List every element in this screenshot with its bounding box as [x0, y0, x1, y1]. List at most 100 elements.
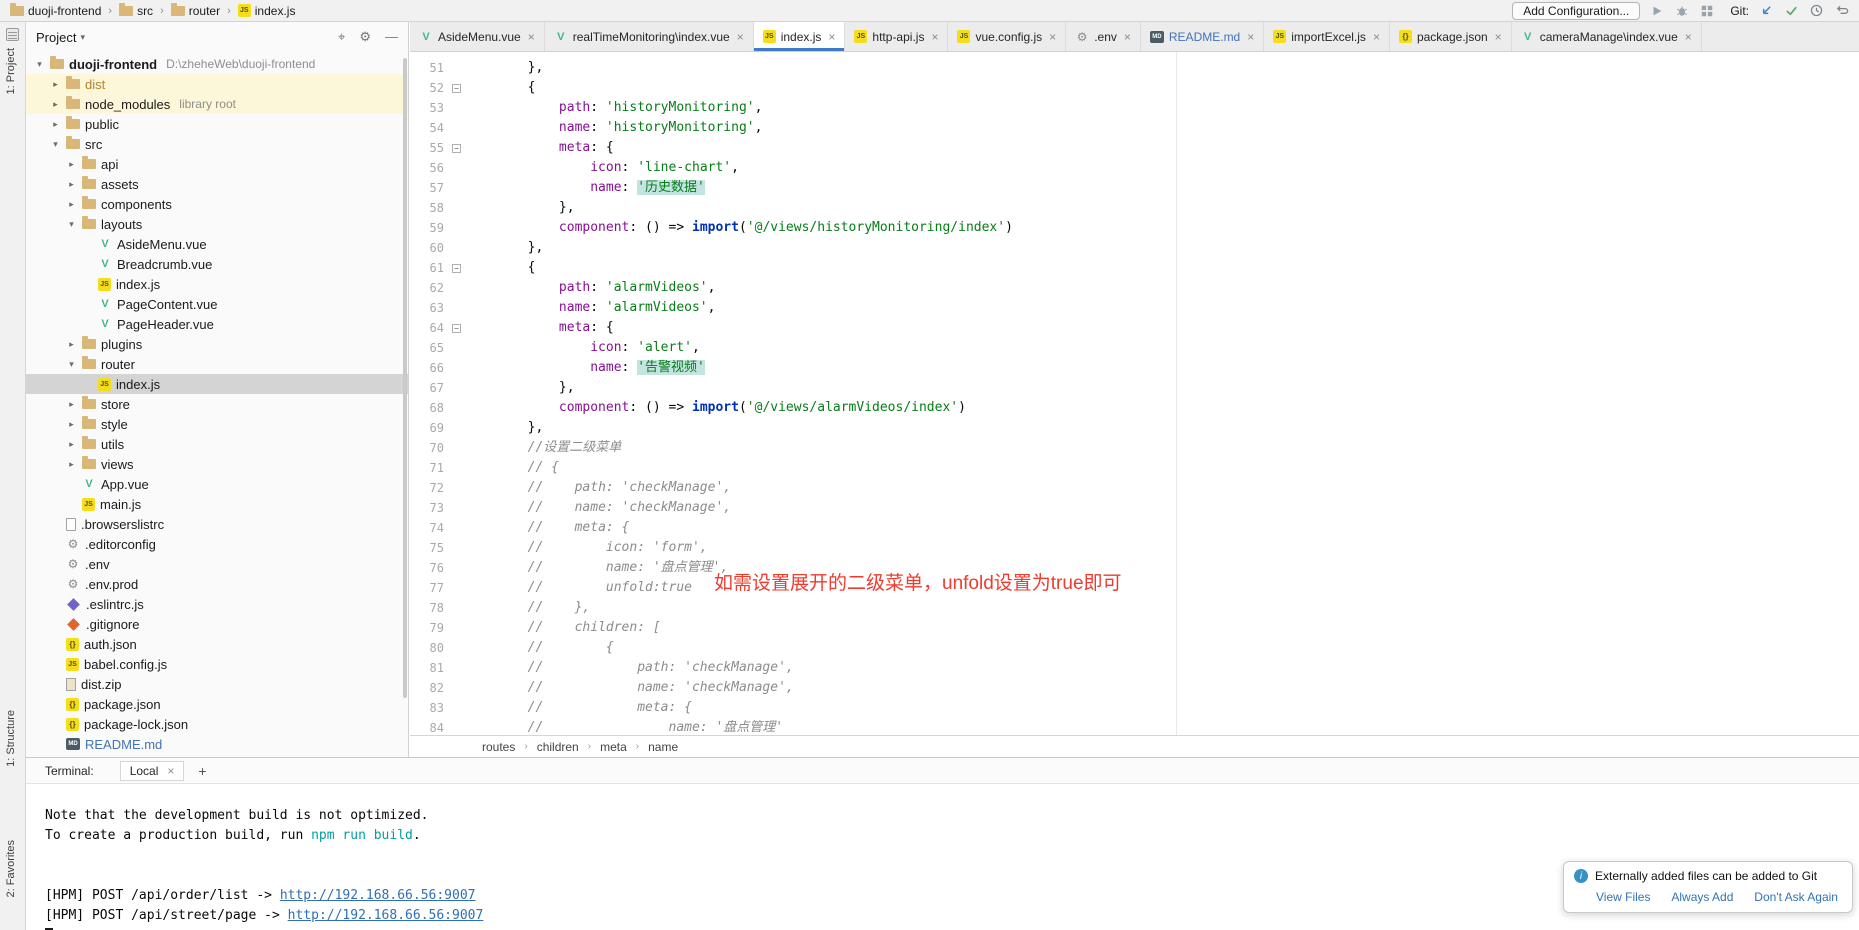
tree-item[interactable]: ⚙.editorconfig — [26, 534, 408, 554]
close-icon[interactable]: × — [1373, 30, 1380, 44]
close-icon[interactable]: × — [737, 30, 744, 44]
tree-item[interactable]: ▸plugins — [26, 334, 408, 354]
tree-item[interactable]: .browserslistrc — [26, 514, 408, 534]
tree-item[interactable]: ▸store — [26, 394, 408, 414]
tree-item[interactable]: ▸components — [26, 194, 408, 214]
chevron-right-icon[interactable]: ▸ — [50, 119, 61, 130]
tree-item[interactable]: ▾src — [26, 134, 408, 154]
chevron-down-icon[interactable]: ▾ — [34, 59, 45, 70]
notification-action-link[interactable]: View Files — [1596, 890, 1650, 904]
debug-icon[interactable] — [1674, 3, 1690, 19]
editor-tab[interactable]: JSimportExcel.js× — [1264, 22, 1390, 51]
tree-item[interactable]: .eslintrc.js — [26, 594, 408, 614]
tool-window-icon[interactable] — [6, 28, 19, 41]
chevron-right-icon[interactable]: ▸ — [50, 79, 61, 90]
rollback-icon[interactable] — [1833, 3, 1849, 19]
git-commit-icon[interactable] — [1783, 3, 1799, 19]
tree-item[interactable]: {}package-lock.json — [26, 714, 408, 734]
tree-item[interactable]: .gitignore — [26, 614, 408, 634]
close-icon[interactable]: × — [528, 30, 535, 44]
chevron-right-icon[interactable]: ▸ — [66, 459, 77, 470]
breadcrumb-item[interactable]: meta — [600, 740, 627, 754]
locate-file-icon[interactable]: ⌖ — [338, 29, 345, 45]
hide-panel-icon[interactable]: — — [385, 29, 398, 45]
tree-item[interactable]: {}auth.json — [26, 634, 408, 654]
chevron-right-icon[interactable]: ▸ — [66, 159, 77, 170]
terminal-tab-local[interactable]: Local × — [120, 761, 185, 781]
chevron-right-icon[interactable]: ▸ — [66, 399, 77, 410]
terminal-link[interactable]: http://192.168.66.56:9007 — [288, 908, 484, 923]
stripe-project-button[interactable]: 1: Project — [5, 48, 17, 94]
chevron-down-icon[interactable]: ▾ — [66, 359, 77, 370]
breadcrumb-item[interactable]: routes — [482, 740, 515, 754]
tree-item[interactable]: ▸utils — [26, 434, 408, 454]
tree-item[interactable]: MDREADME.md — [26, 734, 408, 754]
fold-icon[interactable]: − — [452, 84, 461, 93]
close-icon[interactable]: × — [1247, 30, 1254, 44]
chevron-right-icon[interactable]: ▸ — [66, 179, 77, 190]
close-icon[interactable]: × — [828, 30, 835, 44]
close-icon[interactable]: × — [931, 30, 938, 44]
chevron-right-icon[interactable]: ▸ — [50, 99, 61, 110]
project-scrollbar[interactable] — [403, 58, 407, 698]
tree-item[interactable]: ⚙.env.prod — [26, 574, 408, 594]
chevron-right-icon[interactable]: ▸ — [66, 419, 77, 430]
fold-icon[interactable]: − — [452, 144, 461, 153]
history-icon[interactable] — [1808, 3, 1824, 19]
close-icon[interactable]: × — [167, 764, 174, 778]
tree-item[interactable]: VPageContent.vue — [26, 294, 408, 314]
stripe-structure-button[interactable]: 1: Structure — [5, 710, 17, 767]
git-update-icon[interactable] — [1758, 3, 1774, 19]
tree-item[interactable]: ⚙.env — [26, 554, 408, 574]
tree-item[interactable]: ▾router — [26, 354, 408, 374]
tree-item[interactable]: VPageHeader.vue — [26, 314, 408, 334]
tree-item[interactable]: ▸node_moduleslibrary root — [26, 94, 408, 114]
tree-item[interactable]: ▸public — [26, 114, 408, 134]
notification-action-link[interactable]: Don't Ask Again — [1754, 890, 1838, 904]
tree-item[interactable]: JSbabel.config.js — [26, 654, 408, 674]
breadcrumb-item[interactable]: children — [537, 740, 579, 754]
tree-item[interactable]: VApp.vue — [26, 474, 408, 494]
notification-action-link[interactable]: Always Add — [1671, 890, 1733, 904]
fold-icon[interactable]: − — [452, 264, 461, 273]
tree-item[interactable]: ▾layouts — [26, 214, 408, 234]
breadcrumb-item[interactable]: router — [169, 4, 222, 18]
settings-gear-icon[interactable]: ⚙ — [359, 29, 371, 45]
tree-item[interactable]: ▾duoji-frontendD:\zheheWeb\duoji-fronten… — [26, 54, 408, 74]
code-editor[interactable]: 51 },52− {53 path: 'historyMonitoring',5… — [410, 52, 1859, 735]
editor-tab[interactable]: MDREADME.md× — [1141, 22, 1264, 51]
close-icon[interactable]: × — [1685, 30, 1692, 44]
chevron-down-icon[interactable]: ▾ — [66, 219, 77, 230]
tree-item[interactable]: ▸dist — [26, 74, 408, 94]
editor-tab[interactable]: VrealTimeMonitoring\index.vue× — [545, 22, 754, 51]
project-view-selector[interactable]: Project ▾ — [36, 30, 85, 45]
add-configuration-button[interactable]: Add Configuration... — [1512, 2, 1640, 20]
close-icon[interactable]: × — [1124, 30, 1131, 44]
breadcrumb-item[interactable]: duoji-frontend — [8, 4, 103, 18]
breadcrumb-item[interactable]: src — [117, 4, 155, 18]
close-icon[interactable]: × — [1495, 30, 1502, 44]
breadcrumb-item[interactable]: JSindex.js — [236, 4, 298, 18]
fold-icon[interactable]: − — [452, 324, 461, 333]
stripe-favorites-button[interactable]: 2: Favorites — [5, 840, 17, 897]
tree-item[interactable]: VBreadcrumb.vue — [26, 254, 408, 274]
tree-item[interactable]: ▸style — [26, 414, 408, 434]
editor-tab[interactable]: VAsideMenu.vue× — [410, 22, 545, 51]
editor-tab[interactable]: JShttp-api.js× — [845, 22, 948, 51]
tree-item[interactable]: JSmain.js — [26, 494, 408, 514]
editor-tab[interactable]: VcameraManage\index.vue× — [1512, 22, 1702, 51]
tree-item[interactable]: VAsideMenu.vue — [26, 234, 408, 254]
tool-grid-icon[interactable] — [1699, 3, 1715, 19]
chevron-right-icon[interactable]: ▸ — [66, 199, 77, 210]
tree-item[interactable]: JSindex.js — [26, 274, 408, 294]
editor-tab[interactable]: {}package.json× — [1390, 22, 1512, 51]
terminal-link[interactable]: http://192.168.66.56:9007 — [280, 888, 476, 903]
tree-item[interactable]: {}package.json — [26, 694, 408, 714]
tree-item[interactable]: ▸api — [26, 154, 408, 174]
tree-item[interactable]: dist.zip — [26, 674, 408, 694]
close-icon[interactable]: × — [1049, 30, 1056, 44]
tree-item[interactable]: JSindex.js — [26, 374, 408, 394]
chevron-right-icon[interactable]: ▸ — [66, 339, 77, 350]
editor-tab[interactable]: JSvue.config.js× — [948, 22, 1066, 51]
chevron-down-icon[interactable]: ▾ — [50, 139, 61, 150]
